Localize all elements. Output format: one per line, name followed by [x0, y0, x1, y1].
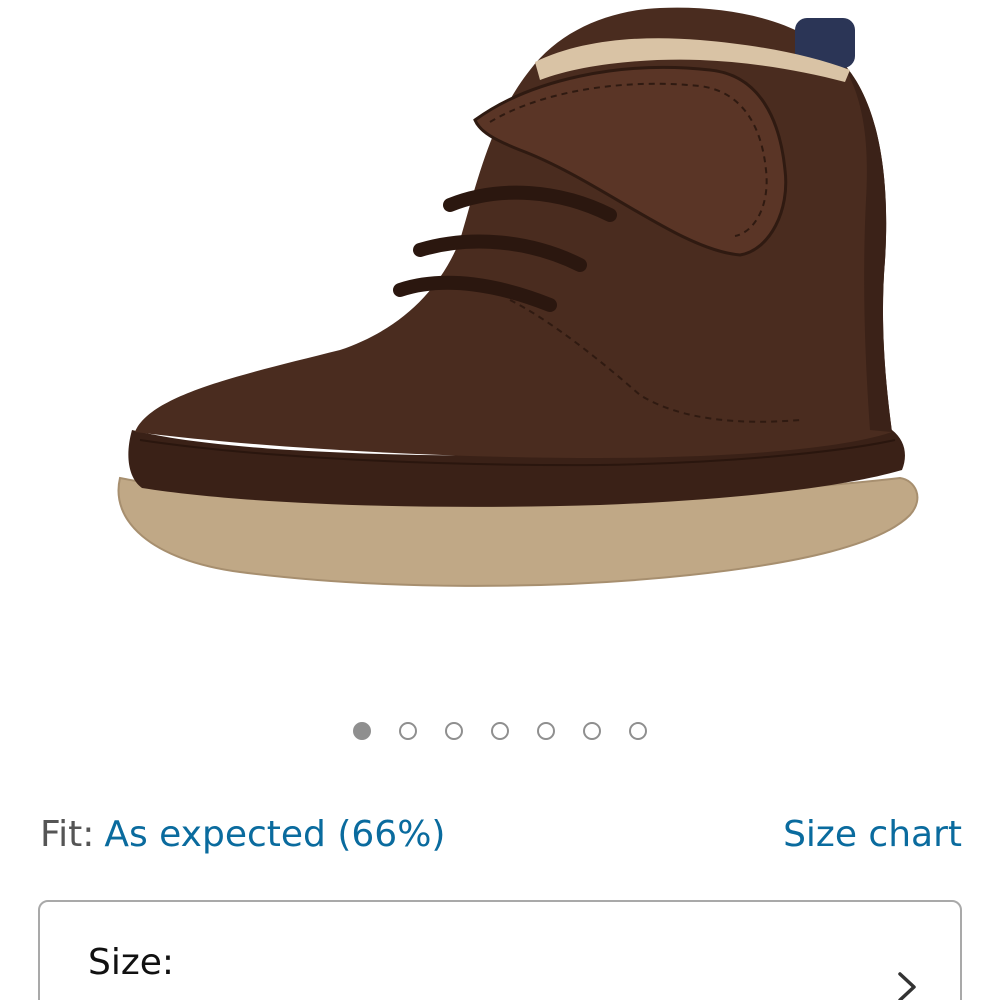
size-selector[interactable]: Size: — [38, 900, 962, 1000]
size-label: Size: — [88, 942, 175, 983]
boot-upper — [135, 7, 892, 458]
carousel-dot[interactable] — [491, 722, 509, 740]
carousel-dot[interactable] — [583, 722, 601, 740]
carousel-dot[interactable] — [445, 722, 463, 740]
size-chart-link[interactable]: Size chart — [783, 814, 962, 855]
fit-value-link[interactable]: As expected (66%) — [104, 814, 445, 855]
chevron-right-icon — [898, 972, 916, 1000]
fit-info: Fit: As expected (66%) — [40, 814, 445, 855]
carousel-dot[interactable] — [353, 722, 371, 740]
image-carousel-indicator — [0, 722, 1000, 748]
product-image[interactable] — [80, 0, 940, 640]
fit-row: Fit: As expected (66%) Size chart — [40, 808, 962, 860]
fit-label: Fit: — [40, 813, 95, 855]
carousel-dot[interactable] — [399, 722, 417, 740]
product-detail-page: Fit: As expected (66%) Size chart Size: — [0, 0, 1000, 1000]
carousel-dot[interactable] — [537, 722, 555, 740]
carousel-dot[interactable] — [629, 722, 647, 740]
